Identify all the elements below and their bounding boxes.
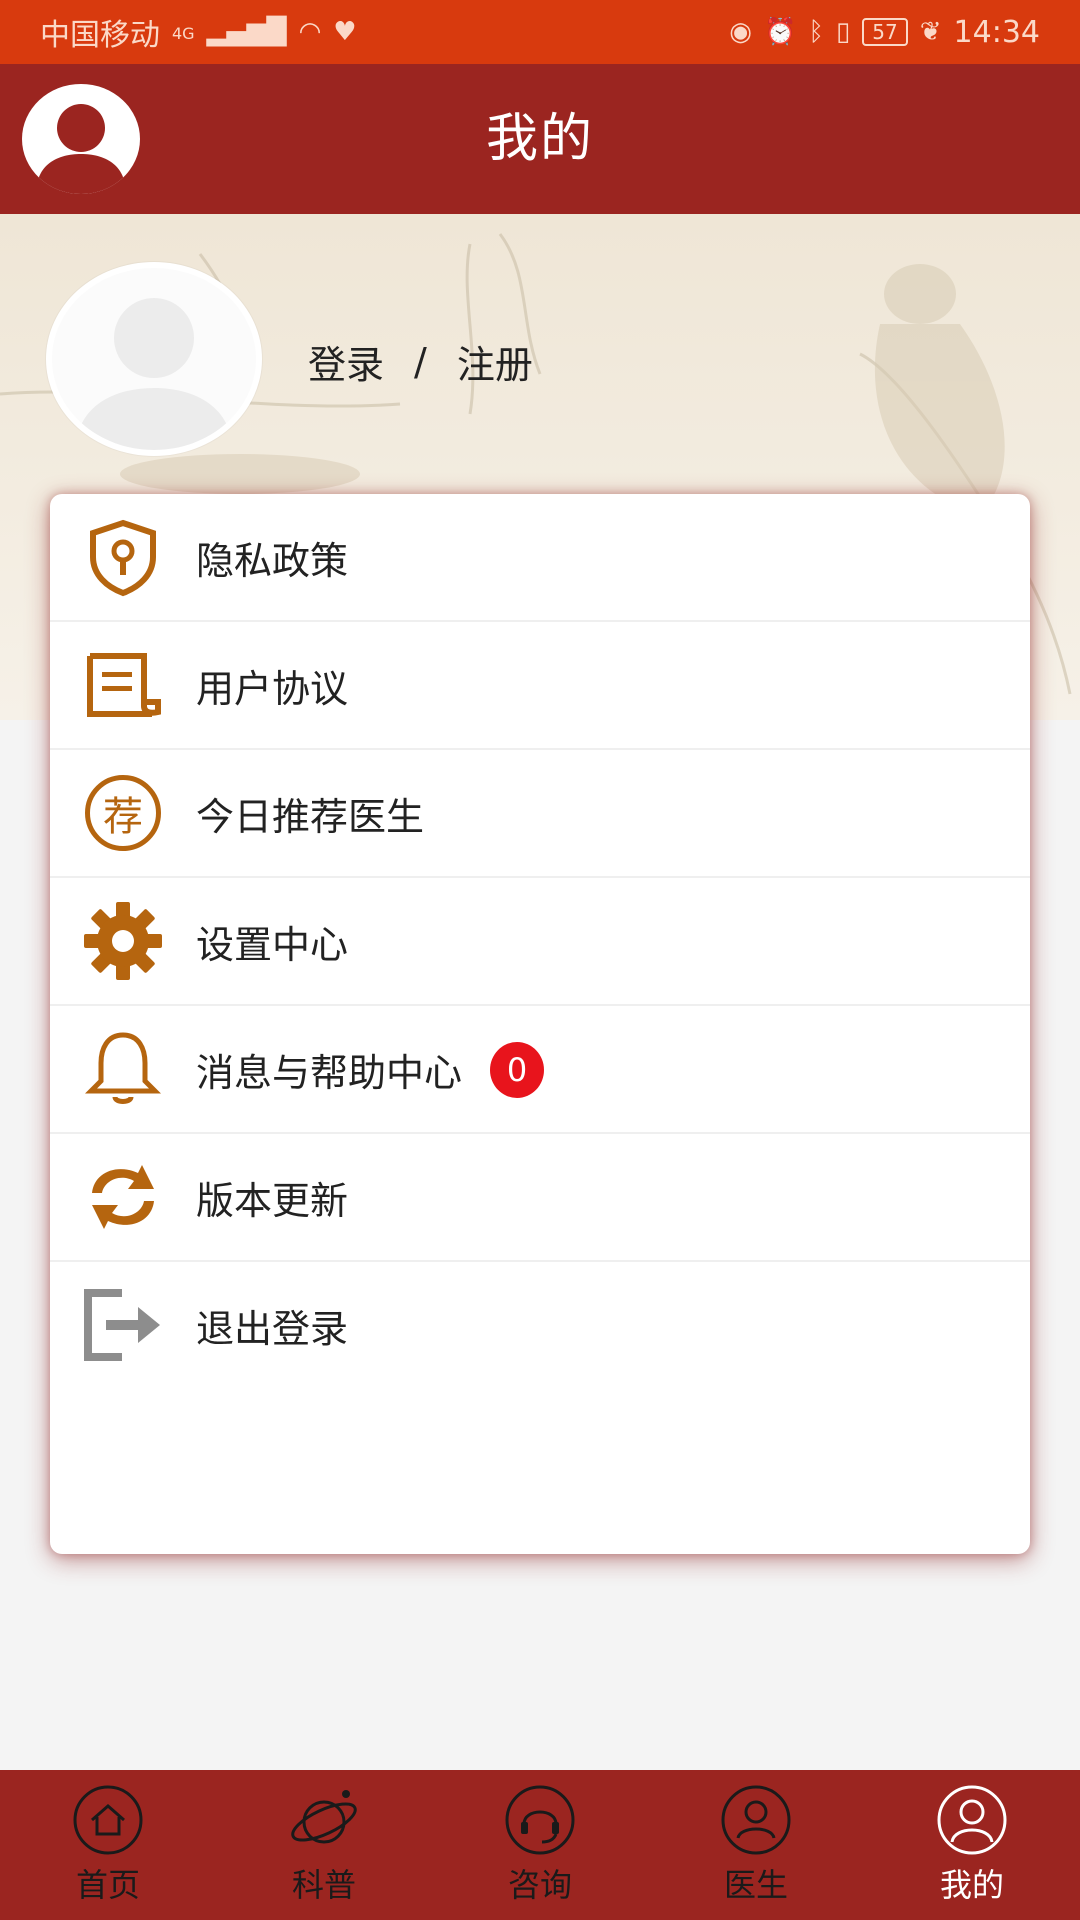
nav-label: 首页 xyxy=(75,1866,140,1904)
planet-icon xyxy=(291,1790,357,1844)
status-right: ◉ ⏰ ᛒ ▯ 57 ❦ 14:34 xyxy=(729,15,1040,50)
menu-card: 隐私政策 用户协议 荐 今日推荐医生 设置中心 消息与帮助中心 0 版本更新 退… xyxy=(50,494,1030,1554)
shield-lock-icon xyxy=(80,514,166,600)
doctor-icon xyxy=(721,1785,791,1855)
leaf-icon: ❦ xyxy=(919,17,942,47)
vibrate-icon: ▯ xyxy=(835,17,851,47)
avatar-silhouette-icon xyxy=(76,298,232,450)
alarm-icon: ⏰ xyxy=(763,17,797,47)
status-bar: 中国移动 4G ▂▄▆█ ◠ ♥ ◉ ⏰ ᛒ ▯ 57 ❦ 14:34 xyxy=(0,0,1080,64)
bell-icon xyxy=(80,1026,166,1112)
login-link[interactable]: 登录 xyxy=(308,334,384,389)
nav-home[interactable]: 首页 xyxy=(0,1770,216,1920)
signal-icon: ▂▄▆█ xyxy=(206,17,287,47)
home-icon xyxy=(73,1785,143,1855)
app-header: 我的 xyxy=(0,64,1080,214)
menu-label: 版本更新 xyxy=(196,1178,349,1223)
auth-links: 登录 / 注册 xyxy=(308,334,533,389)
menu-label: 设置中心 xyxy=(196,922,349,967)
menu-label: 隐私政策 xyxy=(196,538,349,583)
scroll-icon xyxy=(80,642,166,728)
auth-separator: / xyxy=(414,339,427,384)
heart-icon: ♥ xyxy=(333,17,357,47)
gear-icon xyxy=(80,898,166,984)
nav-doctor[interactable]: 医生 xyxy=(648,1770,864,1920)
menu-item-settings[interactable]: 设置中心 xyxy=(50,878,1030,1006)
nav-mine[interactable]: 我的 xyxy=(864,1770,1080,1920)
nav-label: 咨询 xyxy=(507,1866,572,1904)
logout-icon xyxy=(80,1282,166,1368)
wifi-icon: ◠ xyxy=(298,17,322,47)
nav-label: 医生 xyxy=(723,1866,788,1904)
headset-icon xyxy=(505,1785,575,1855)
menu-item-recommended-doctor[interactable]: 荐 今日推荐医生 xyxy=(50,750,1030,878)
unread-badge: 0 xyxy=(490,1042,544,1098)
register-link[interactable]: 注册 xyxy=(457,334,533,389)
menu-item-logout[interactable]: 退出登录 xyxy=(50,1262,1030,1388)
recommend-icon: 荐 xyxy=(80,770,166,856)
menu-item-version-update[interactable]: 版本更新 xyxy=(50,1134,1030,1262)
recommend-glyph: 荐 xyxy=(85,775,161,851)
carrier-name: 中国移动 xyxy=(40,18,160,53)
menu-item-messages-help[interactable]: 消息与帮助中心 0 xyxy=(50,1006,1030,1134)
menu-label: 今日推荐医生 xyxy=(196,794,425,839)
clock: 14:34 xyxy=(953,14,1040,50)
status-left: 中国移动 4G ▂▄▆█ ◠ ♥ xyxy=(40,10,357,54)
menu-label: 退出登录 xyxy=(196,1306,349,1351)
bottom-nav: 首页 科普 咨询 医生 我的 xyxy=(0,1770,1080,1920)
menu-label: 用户协议 xyxy=(196,666,349,711)
nav-label: 我的 xyxy=(939,1866,1004,1904)
page-title: 我的 xyxy=(485,109,594,169)
refresh-icon xyxy=(80,1154,166,1240)
menu-item-privacy-policy[interactable]: 隐私政策 xyxy=(50,494,1030,622)
nav-consult[interactable]: 咨询 xyxy=(432,1770,648,1920)
nav-label: 科普 xyxy=(291,1866,356,1904)
menu-label: 消息与帮助中心 xyxy=(196,1050,463,1095)
profile-avatar[interactable] xyxy=(46,262,262,456)
network-type: 4G xyxy=(172,24,195,43)
eye-icon: ◉ xyxy=(729,17,752,47)
user-icon xyxy=(937,1785,1007,1855)
nav-science[interactable]: 科普 xyxy=(216,1770,432,1920)
bluetooth-icon: ᛒ xyxy=(808,17,824,47)
menu-item-user-agreement[interactable]: 用户协议 xyxy=(50,622,1030,750)
battery-indicator: 57 xyxy=(862,18,908,46)
